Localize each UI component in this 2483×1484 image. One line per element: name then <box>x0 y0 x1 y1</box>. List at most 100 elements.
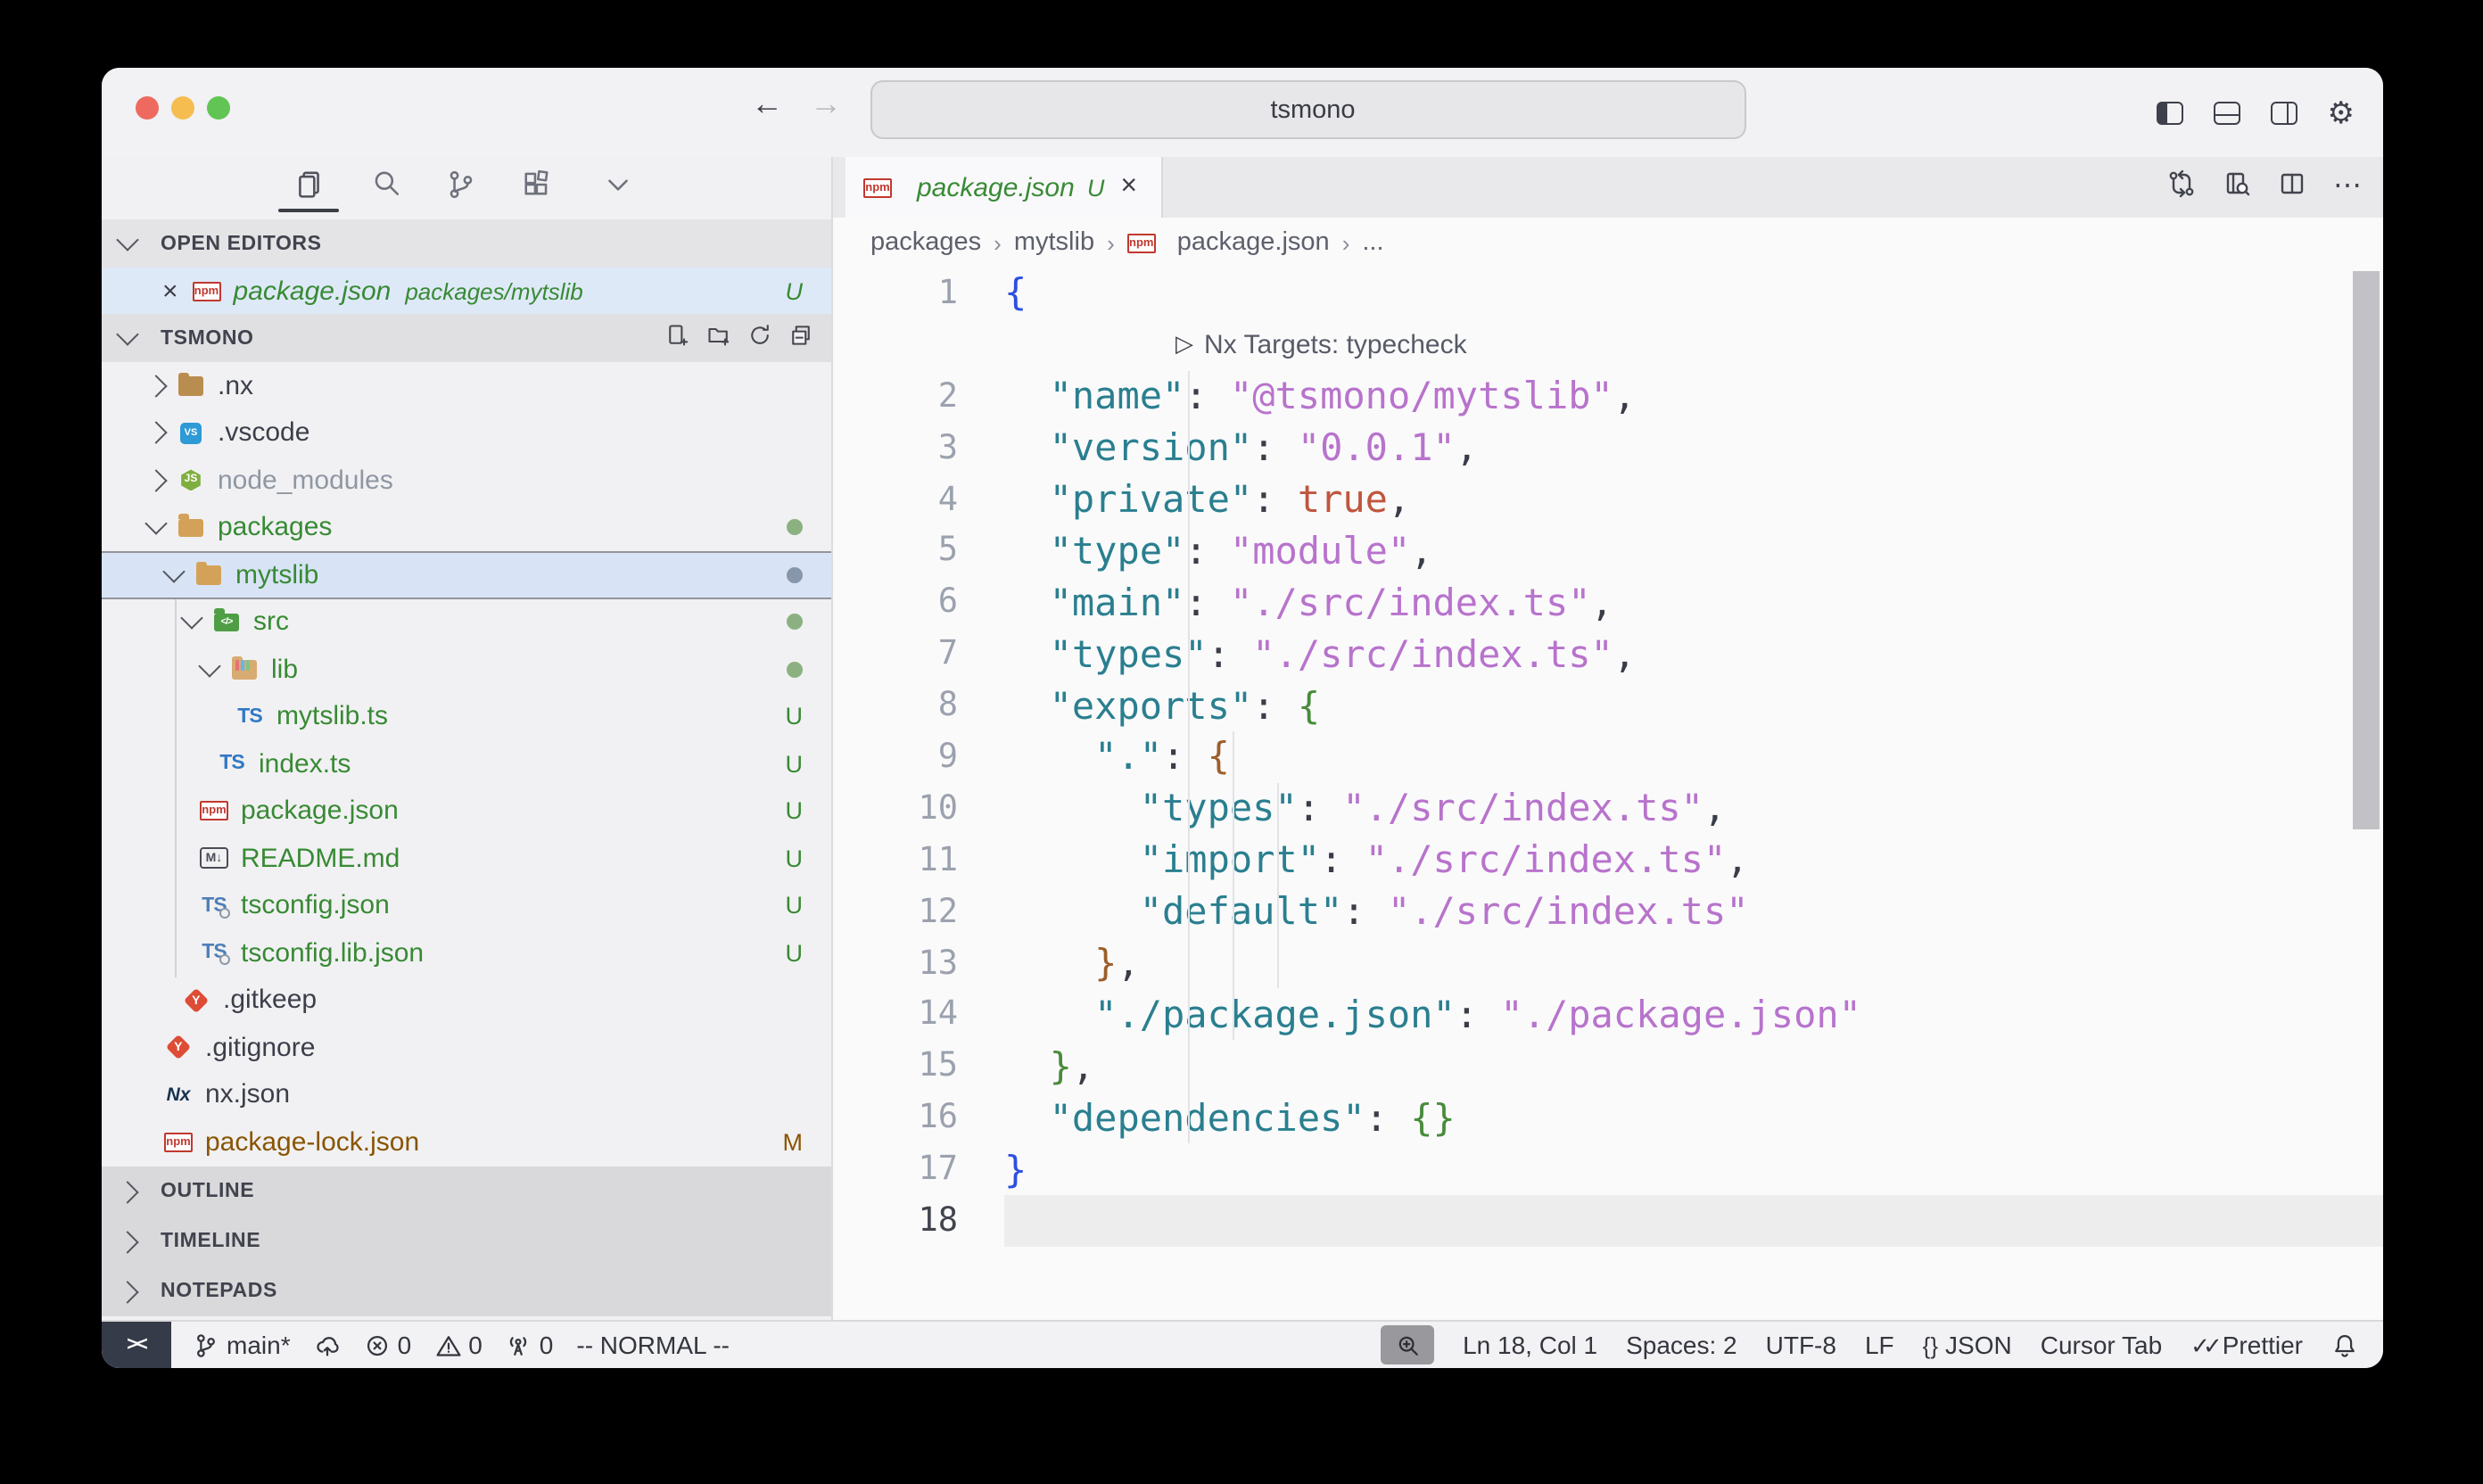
status-0[interactable]: 0 <box>434 1331 483 1359</box>
preview-search-icon[interactable] <box>2223 169 2251 206</box>
status-json[interactable]: {}JSON <box>1923 1331 2012 1359</box>
tree-item-package-lock.json[interactable]: npmpackage-lock.jsonM <box>102 1118 831 1166</box>
status-spaces-2[interactable]: Spaces: 2 <box>1626 1331 1737 1359</box>
activity-explorer-icon[interactable] <box>287 162 330 205</box>
ts-icon: TS <box>218 752 246 777</box>
split-editor-icon[interactable] <box>2278 169 2306 206</box>
status-cursor-tab[interactable]: Cursor Tab <box>2041 1331 2162 1359</box>
status-main[interactable]: main* <box>193 1331 291 1359</box>
cloud-upload-icon <box>314 1331 341 1358</box>
folder-src-open-icon: </> <box>212 610 241 635</box>
tree-item-label: nx.json <box>205 1080 290 1110</box>
status-utf-8[interactable]: UTF-8 <box>1766 1331 1836 1359</box>
code-line-10: 10 "types": "./src/index.ts", <box>833 783 2383 835</box>
close-traffic-light[interactable] <box>136 96 159 120</box>
remote-indicator[interactable]: >< <box>102 1322 171 1368</box>
tree-item-label: tsconfig.lib.json <box>241 938 424 969</box>
tree-item-README.md[interactable]: M↓README.mdU <box>102 835 831 882</box>
git-status-badge: U <box>786 845 804 872</box>
code-line-12: 12 "default": "./src/index.ts" <box>833 886 2383 937</box>
section-header-outline[interactable]: OUTLINE <box>102 1167 831 1216</box>
activity-chevron-down-icon[interactable] <box>596 162 639 205</box>
collapse-all-icon[interactable] <box>788 323 813 353</box>
ts-icon: TS <box>235 705 264 730</box>
sidebar-bottom-sections: OUTLINE TIMELINENOTEPADS <box>102 1167 831 1316</box>
new-file-icon[interactable] <box>665 323 690 353</box>
activity-search-icon[interactable] <box>364 162 407 205</box>
back-arrow-icon[interactable]: ← <box>746 86 788 123</box>
tree-item-mytslib[interactable]: mytslib <box>102 551 831 598</box>
tree-item-tsconfig.lib.json[interactable]: TStsconfig.lib.jsonU <box>102 929 831 977</box>
layout-sidebar-right-icon[interactable] <box>2271 101 2297 124</box>
tree-item-packages[interactable]: packages <box>102 504 831 551</box>
settings-gear-icon[interactable]: ⚙ <box>2328 97 2355 128</box>
chevron-right-icon <box>144 469 167 491</box>
refresh-icon[interactable] <box>747 323 772 353</box>
code-line-4: 4 "private": true, <box>833 474 2383 525</box>
code-area[interactable]: 1{▷Nx Targets: typecheck2 "name": "@tsmo… <box>833 268 2383 1247</box>
tree-item-node_modules[interactable]: JSnode_modules <box>102 457 831 504</box>
breadcrumb-packages[interactable]: packages <box>870 228 981 257</box>
status-label: Spaces: 2 <box>1626 1331 1737 1359</box>
line-number: 2 <box>833 377 958 415</box>
breadcrumb-package.json[interactable]: npmpackage.json <box>1127 228 1330 257</box>
tree-item-.vscode[interactable]: VS.vscode <box>102 409 831 457</box>
zoom-indicator[interactable] <box>1381 1325 1434 1364</box>
status-normal[interactable]: -- NORMAL -- <box>576 1331 730 1359</box>
forward-arrow-icon[interactable]: → <box>804 86 847 123</box>
line-number: 12 <box>833 893 958 930</box>
git-status-badge: U <box>786 893 804 919</box>
git-status-badge: M <box>783 1129 804 1156</box>
section-label: OUTLINE <box>161 1181 254 1202</box>
zoom-traffic-light[interactable] <box>207 96 230 120</box>
tree-item-lib[interactable]: lib <box>102 646 831 693</box>
editor-scrollbar[interactable] <box>2353 271 2380 829</box>
breadcrumb-mytslib[interactable]: mytslib <box>1014 228 1094 257</box>
more-actions-icon[interactable]: ⋯ <box>2333 171 2362 203</box>
line-number: 13 <box>833 944 958 982</box>
compare-changes-icon <box>2167 169 2196 197</box>
open-editor-item[interactable]: ×npmpackage.jsonpackages/mytslibU <box>102 268 831 316</box>
status-prettier[interactable]: ✓✓Prettier <box>2190 1331 2303 1359</box>
codelens-nx-targets[interactable]: ▷Nx Targets: typecheck <box>1176 330 1467 360</box>
git-status-dot <box>787 614 803 631</box>
tree-item-mytslib.ts[interactable]: TSmytslib.tsU <box>102 693 831 740</box>
tab-package-json[interactable]: npmpackage.jsonU× <box>846 157 1163 218</box>
tree-item-label: packages <box>218 513 332 543</box>
compare-changes-icon[interactable] <box>2167 169 2196 206</box>
command-center-search[interactable]: tsmono <box>870 80 1746 139</box>
code-line-9: 9 ".": { <box>833 731 2383 783</box>
tree-item-label: .gitkeep <box>223 985 317 1016</box>
close-editor-icon[interactable]: × <box>162 276 178 307</box>
tree-item-label: mytslib.ts <box>276 702 388 732</box>
tree-item-.gitignore[interactable]: Y.gitignore <box>102 1024 831 1071</box>
status-bell[interactable] <box>2331 1331 2358 1358</box>
minimize-traffic-light[interactable] <box>171 96 194 120</box>
activity-source-control-icon[interactable] <box>439 162 482 205</box>
breadcrumb-...[interactable]: ... <box>1362 228 1383 257</box>
status-ln-18-col-1[interactable]: Ln 18, Col 1 <box>1463 1331 1597 1359</box>
status-lf[interactable]: LF <box>1865 1331 1894 1359</box>
status-cloud-upload[interactable] <box>314 1331 341 1358</box>
tree-item-tsconfig.json[interactable]: TStsconfig.jsonU <box>102 882 831 929</box>
section-header-notepads[interactable]: NOTEPADS <box>102 1266 831 1316</box>
explorer-root-header[interactable]: TSMONO <box>102 314 849 362</box>
tree-item-src[interactable]: </>src <box>102 598 831 646</box>
tree-item-package.json[interactable]: npmpackage.jsonU <box>102 787 831 835</box>
indent-guide <box>1188 371 1190 1143</box>
activity-extensions-icon[interactable] <box>514 162 557 205</box>
tree-item-nx.json[interactable]: Nxnx.json <box>102 1071 831 1118</box>
new-folder-icon[interactable] <box>706 323 731 353</box>
status-label: Ln 18, Col 1 <box>1463 1331 1597 1359</box>
breadcrumb-separator: › <box>1342 229 1350 256</box>
section-header-timeline[interactable]: TIMELINE <box>102 1216 831 1266</box>
layout-panel-icon[interactable] <box>2214 101 2240 124</box>
status-0[interactable]: 0 <box>364 1331 412 1359</box>
layout-sidebar-left-icon[interactable] <box>2157 101 2183 124</box>
open-editors-header[interactable]: OPEN EDITORS <box>102 219 849 268</box>
tree-item-index.ts[interactable]: TSindex.tsU <box>102 740 831 787</box>
tree-item-.nx[interactable]: .nx <box>102 362 831 409</box>
tree-item-.gitkeep[interactable]: Y.gitkeep <box>102 977 831 1024</box>
tab-close-icon[interactable]: × <box>1120 171 1137 203</box>
status-0[interactable]: 0 <box>506 1331 554 1359</box>
